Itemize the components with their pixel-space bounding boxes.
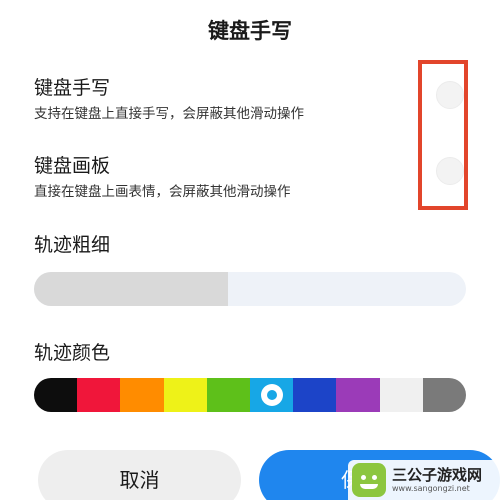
color-swatch-1[interactable] xyxy=(34,378,78,412)
color-swatch-10[interactable] xyxy=(422,378,466,412)
setting-keyboard-drawing-title: 键盘画板 xyxy=(34,155,111,177)
stroke-width-slider-fill xyxy=(34,272,229,306)
dialog-title: 键盘手写 xyxy=(208,19,292,43)
setting-keyboard-handwriting-title: 键盘手写 xyxy=(34,77,111,99)
color-swatch-6[interactable] xyxy=(250,378,294,412)
handwriting-settings-dialog: 键盘手写 键盘手写 支持在键盘上直接手写，会屏蔽其他滑动操作 键盘画板 直接在键… xyxy=(0,0,500,500)
color-swatch-4[interactable] xyxy=(163,378,207,412)
stroke-width-slider[interactable] xyxy=(34,272,466,306)
cancel-button[interactable]: 取消 xyxy=(38,450,241,500)
setting-keyboard-drawing-description: 直接在键盘上画表情，会屏蔽其他滑动操作 xyxy=(34,184,291,200)
color-swatch-3[interactable] xyxy=(120,378,164,412)
color-swatch-5[interactable] xyxy=(206,378,251,412)
color-swatch-9[interactable] xyxy=(379,378,423,412)
color-swatch-8[interactable] xyxy=(336,378,380,412)
site-watermark: 三公子游戏网 www.sangongzi.net xyxy=(348,460,500,500)
stroke-color-label: 轨迹颜色 xyxy=(34,342,111,364)
watermark-site-url: www.sangongzi.net xyxy=(392,484,470,493)
stroke-color-palette xyxy=(34,378,466,412)
setting-keyboard-handwriting-description: 支持在键盘上直接手写，会屏蔽其他滑动操作 xyxy=(34,106,304,122)
watermark-site-name: 三公子游戏网 xyxy=(392,466,483,484)
color-swatch-2[interactable] xyxy=(77,378,121,412)
stroke-width-label: 轨迹粗细 xyxy=(34,234,111,256)
color-swatch-7[interactable] xyxy=(293,378,337,412)
android-logo-icon xyxy=(352,463,386,497)
highlight-annotation-box xyxy=(418,60,468,210)
selected-color-indicator-icon xyxy=(260,384,283,406)
